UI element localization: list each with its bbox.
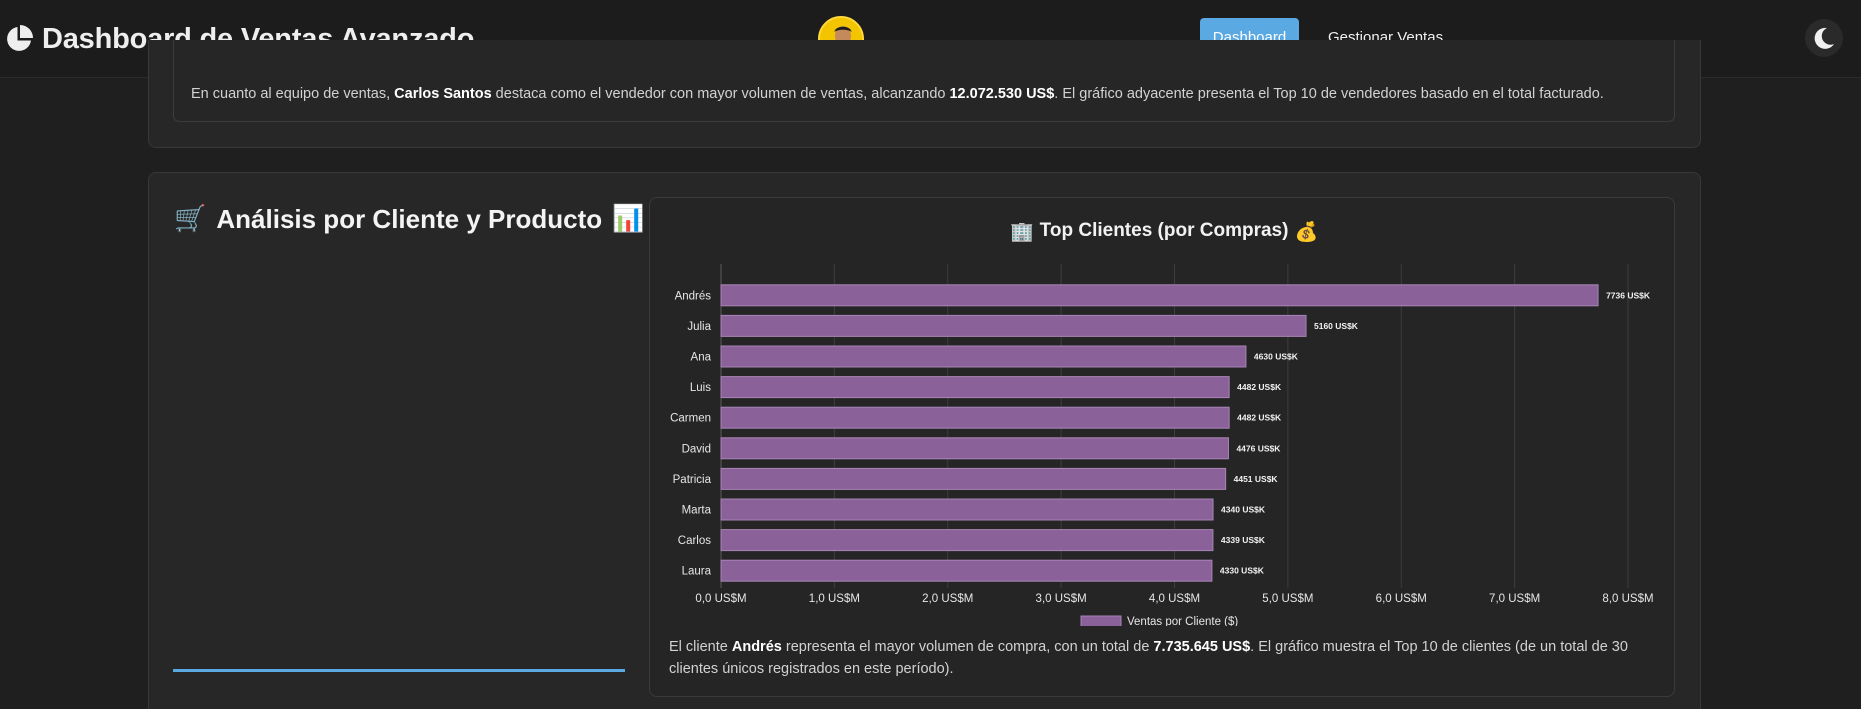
money-bag-icon: 💰	[1294, 220, 1319, 243]
pie-chart-icon	[7, 25, 33, 51]
x-tick-label: 0,0 US$M	[695, 593, 746, 605]
bar-chart-icon: 📊	[612, 204, 645, 234]
office-building-icon: 🏢	[1010, 220, 1034, 243]
top-vendedor-amount: 12.072.530 US$	[949, 86, 1055, 102]
bar-ana[interactable]	[720, 345, 1247, 368]
top-cliente-name: Andrés	[731, 639, 782, 655]
top-clientes-bar-chart[interactable]: 0,0 US$M 1,0 US$M 2,0 US$M 3,0 US$M 4,0 US$M…	[649, 250, 1675, 626]
category-label: Carlos	[678, 535, 711, 547]
data-label: 4451 US$K	[1234, 474, 1279, 484]
bar-luis[interactable]	[720, 376, 1230, 399]
category-label: David	[682, 443, 711, 455]
top-vendedor-name: Carlos Santos	[394, 86, 492, 102]
category-label: Marta	[682, 505, 712, 517]
legend-swatch	[1080, 615, 1122, 626]
category-label: Ana	[691, 352, 712, 364]
bar-david[interactable]	[720, 437, 1229, 460]
bar-marta[interactable]	[720, 498, 1214, 521]
section-title: 🛒 Análisis por Cliente y Producto 📊	[174, 202, 644, 236]
x-tick-label: 8,0 US$M	[1602, 593, 1653, 605]
x-tick-label: 6,0 US$M	[1376, 593, 1427, 605]
section-title-text: Análisis por Cliente y Producto	[216, 203, 603, 234]
data-label: 4630 US$K	[1254, 352, 1299, 362]
category-label: Andrés	[675, 290, 712, 302]
legend-label[interactable]: Ventas por Cliente ($)	[1127, 616, 1238, 626]
x-tick-label: 3,0 US$M	[1036, 593, 1087, 605]
data-label: 4482 US$K	[1237, 382, 1282, 392]
data-label: 4482 US$K	[1237, 413, 1282, 423]
data-label: 4339 US$K	[1221, 535, 1266, 545]
top-cliente-amount: 7.735.645 US$	[1153, 639, 1251, 655]
section-divider	[173, 669, 625, 672]
x-tick-label: 2,0 US$M	[922, 593, 973, 605]
x-tick-label: 1,0 US$M	[809, 593, 860, 605]
bar-patricia[interactable]	[720, 467, 1227, 490]
category-label: Laura	[682, 566, 712, 578]
bar-carlos[interactable]	[720, 529, 1214, 552]
bar-andrés[interactable]	[720, 284, 1599, 307]
moon-icon	[1814, 27, 1834, 49]
vendedores-summary-box: En cuanto al equipo de ventas, Carlos Sa…	[173, 40, 1675, 122]
bar-laura[interactable]	[720, 559, 1213, 582]
category-label: Julia	[687, 321, 711, 333]
data-label: 4330 US$K	[1220, 566, 1265, 576]
x-tick-label: 4,0 US$M	[1149, 593, 1200, 605]
shopping-cart-icon: 🛒	[174, 204, 207, 234]
x-tick-label: 5,0 US$M	[1262, 593, 1313, 605]
data-label: 4340 US$K	[1221, 505, 1266, 515]
x-tick-label: 7,0 US$M	[1489, 593, 1540, 605]
bar-carmen[interactable]	[720, 406, 1230, 429]
data-label: 4476 US$K	[1236, 443, 1281, 453]
category-label: Carmen	[670, 413, 711, 425]
theme-toggle-button[interactable]	[1805, 19, 1843, 57]
chart-title-text: Top Clientes (por Compras)	[1039, 220, 1289, 241]
category-label: Luis	[690, 382, 711, 394]
data-label: 5160 US$K	[1314, 321, 1359, 331]
vendedores-summary-text: En cuanto al equipo de ventas, Carlos Sa…	[191, 86, 1604, 102]
chart-title: 🏢 Top Clientes (por Compras) 💰	[1010, 218, 1318, 244]
bar-julia[interactable]	[720, 314, 1307, 337]
category-label: Patricia	[673, 474, 712, 486]
chart-summary-text: El cliente Andrés representa el mayor vo…	[669, 639, 1628, 677]
vendedores-card: En cuanto al equipo de ventas, Carlos Sa…	[148, 40, 1701, 148]
data-label: 7736 US$K	[1606, 290, 1651, 300]
